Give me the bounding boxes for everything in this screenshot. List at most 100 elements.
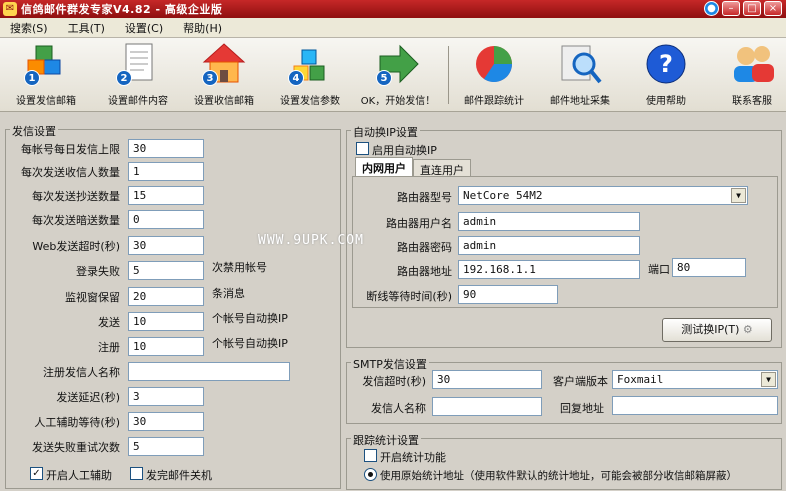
port-input[interactable]: 80 bbox=[672, 258, 746, 277]
setup-params-button[interactable]: 4 设置发信参数 bbox=[272, 42, 348, 107]
manual-assist-checkbox[interactable]: ✓ bbox=[30, 467, 43, 480]
menu-search[interactable]: 搜索(S) bbox=[0, 20, 58, 36]
tracking-enable-label: 开启统计功能 bbox=[380, 451, 446, 464]
shutdown-checkbox[interactable] bbox=[130, 467, 143, 480]
send-setting-input[interactable]: 10 bbox=[128, 312, 204, 331]
support-icon bbox=[728, 42, 776, 86]
send-setting-input[interactable]: 5 bbox=[128, 437, 204, 456]
gear-icon: ⚙ bbox=[742, 323, 753, 336]
minimize-button[interactable]: – bbox=[722, 1, 740, 16]
router-pass-label: 路由器密码 bbox=[397, 241, 452, 254]
menu-settings[interactable]: 设置(C) bbox=[115, 20, 173, 36]
window-title: 信鸽邮件群发专家V4.82 - 高级企业版 bbox=[21, 3, 223, 16]
router-model-label: 路由器型号 bbox=[397, 191, 452, 204]
send-setting-label: 发送延迟(秒) bbox=[56, 391, 120, 404]
reply-address-input[interactable] bbox=[612, 396, 778, 415]
default-tracking-radio[interactable] bbox=[364, 468, 377, 481]
send-setting-input[interactable]: 15 bbox=[128, 186, 204, 205]
send-setting-label: 每次发送暗送数量 bbox=[32, 214, 120, 227]
chevron-down-icon[interactable]: ▼ bbox=[761, 372, 776, 387]
send-setting-suffix: 个帐号自动换IP bbox=[212, 312, 288, 325]
maximize-button[interactable]: □ bbox=[743, 1, 761, 16]
send-setting-input[interactable]: 0 bbox=[128, 210, 204, 229]
document-icon: 2 bbox=[114, 42, 162, 86]
send-setting-label: 人工辅助等待(秒) bbox=[34, 416, 120, 429]
toolbar: 1 设置发信邮箱 2 设置邮件内容 3 设置收信邮箱 4 设置发信参数 5 OK… bbox=[0, 38, 786, 112]
close-button[interactable]: × bbox=[764, 1, 782, 16]
chevron-down-icon[interactable]: ▼ bbox=[731, 188, 746, 203]
send-settings-group bbox=[5, 129, 341, 489]
send-setting-label: Web发送超时(秒) bbox=[32, 240, 120, 253]
blocks-icon: 4 bbox=[286, 42, 334, 86]
pie-chart-icon bbox=[470, 42, 518, 86]
setup-content-button[interactable]: 2 设置邮件内容 bbox=[100, 42, 176, 107]
smtp-timeout-input[interactable]: 30 bbox=[432, 370, 542, 389]
send-setting-label: 每次发送抄送数量 bbox=[32, 190, 120, 203]
router-user-label: 路由器用户名 bbox=[386, 217, 452, 230]
smtp-sender-input[interactable] bbox=[432, 397, 542, 416]
toolbar-separator bbox=[448, 46, 449, 104]
smtp-timeout-label: 发信超时(秒) bbox=[362, 375, 426, 388]
send-setting-input[interactable]: 10 bbox=[128, 337, 204, 356]
arrow-right-icon: 5 bbox=[374, 42, 422, 86]
help-button[interactable]: ? 使用帮助 bbox=[628, 42, 704, 107]
setup-recipient-button[interactable]: 3 设置收信邮箱 bbox=[186, 42, 262, 107]
auto-ip-label: 启用自动换IP bbox=[372, 144, 437, 157]
send-setting-suffix: 个帐号自动换IP bbox=[212, 337, 288, 350]
watermark: WWW.9UPK.COM bbox=[258, 233, 364, 248]
menu-help[interactable]: 帮助(H) bbox=[173, 20, 232, 36]
tracking-enable-checkbox[interactable] bbox=[364, 449, 377, 462]
router-pass-input[interactable]: admin bbox=[458, 236, 640, 255]
router-model-select[interactable]: NetCore 54M2 ▼ bbox=[458, 186, 748, 205]
port-label: 端口 bbox=[648, 263, 670, 276]
wait-time-label: 断线等待时间(秒) bbox=[366, 290, 452, 303]
magnifier-icon bbox=[556, 42, 604, 86]
send-setting-label: 发送失败重试次数 bbox=[32, 441, 120, 454]
smtp-legend: SMTP发信设置 bbox=[351, 356, 429, 372]
send-setting-input[interactable]: 30 bbox=[128, 139, 204, 158]
client-version-select[interactable]: Foxmail ▼ bbox=[612, 370, 778, 389]
app-dove-icon: ✉ bbox=[3, 2, 17, 16]
reply-address-label: 回复地址 bbox=[560, 402, 604, 415]
title-bar: ✉ 信鸽邮件群发专家V4.82 - 高级企业版 ● – □ × bbox=[0, 0, 786, 18]
setup-sender-button[interactable]: 1 设置发信邮箱 bbox=[8, 42, 84, 107]
router-addr-input[interactable]: 192.168.1.1 bbox=[458, 260, 640, 279]
address-collect-button[interactable]: 邮件地址采集 bbox=[542, 42, 618, 107]
menu-tools[interactable]: 工具(T) bbox=[58, 20, 115, 36]
mail-tracking-button[interactable]: 邮件跟踪统计 bbox=[456, 42, 532, 107]
router-user-input[interactable]: admin bbox=[458, 212, 640, 231]
help-icon: ? bbox=[642, 42, 690, 86]
send-setting-input[interactable]: 20 bbox=[128, 287, 204, 306]
tab-lan-user[interactable]: 内网用户 bbox=[355, 157, 413, 177]
default-tracking-label: 使用原始统计地址（使用软件默认的统计地址，可能会被部分收信邮箱屏蔽） bbox=[380, 470, 737, 482]
tab-direct-user[interactable]: 直连用户 bbox=[413, 159, 471, 177]
smtp-sender-label: 发信人名称 bbox=[371, 402, 426, 415]
menu-bar: 搜索(S) 工具(T) 设置(C) 帮助(H) bbox=[0, 18, 786, 38]
send-settings-legend: 发信设置 bbox=[10, 123, 58, 139]
pin-icon[interactable]: ● bbox=[704, 1, 719, 16]
send-setting-label: 监视窗保留 bbox=[65, 291, 120, 304]
send-setting-input[interactable]: 3 bbox=[128, 387, 204, 406]
wait-time-input[interactable]: 90 bbox=[458, 285, 558, 304]
send-setting-label: 每次发送收信人数量 bbox=[21, 166, 120, 179]
send-setting-input[interactable]: 30 bbox=[128, 412, 204, 431]
manual-assist-label: 开启人工辅助 bbox=[46, 469, 112, 482]
customer-support-button[interactable]: 联系客服 bbox=[714, 42, 786, 107]
send-setting-label: 注册 bbox=[98, 341, 120, 354]
send-setting-label: 发送 bbox=[98, 316, 120, 329]
auto-ip-checkbox[interactable] bbox=[356, 142, 369, 155]
auto-ip-legend: 自动换IP设置 bbox=[351, 124, 420, 140]
router-addr-label: 路由器地址 bbox=[397, 265, 452, 278]
send-setting-input[interactable]: 30 bbox=[128, 236, 204, 255]
test-ip-button[interactable]: 测试换IP(T) ⚙ bbox=[662, 318, 772, 342]
shutdown-label: 发完邮件关机 bbox=[146, 469, 212, 482]
tracking-legend: 跟踪统计设置 bbox=[351, 432, 421, 448]
send-setting-label: 每帐号每日发信上限 bbox=[21, 143, 120, 156]
send-setting-input[interactable]: 1 bbox=[128, 162, 204, 181]
svg-text:?: ? bbox=[659, 50, 673, 78]
cubes-icon: 1 bbox=[22, 42, 70, 86]
send-setting-input[interactable] bbox=[128, 362, 290, 381]
start-send-button[interactable]: 5 OK，开始发信！ bbox=[356, 42, 440, 107]
send-setting-input[interactable]: 5 bbox=[128, 261, 204, 280]
send-setting-label: 登录失败 bbox=[76, 265, 120, 278]
